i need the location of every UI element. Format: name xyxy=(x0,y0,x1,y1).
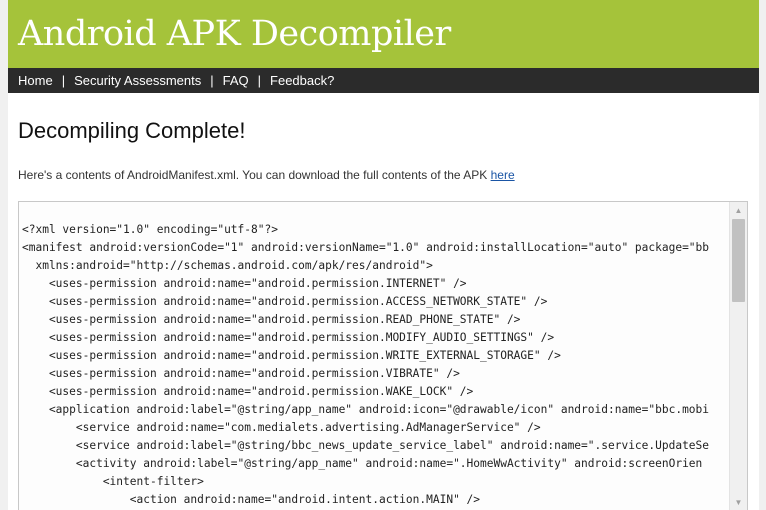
intro-paragraph: Here's a contents of AndroidManifest.xml… xyxy=(18,167,749,183)
scroll-down-arrow-icon[interactable]: ▼ xyxy=(730,494,747,510)
code-line: <service android:label="@string/bbc_news… xyxy=(22,439,710,452)
code-line: <activity android:label="@string/app_nam… xyxy=(22,457,703,470)
manifest-code-box[interactable]: <?xml version="1.0" encoding="utf-8"?> <… xyxy=(18,201,748,510)
code-line: <action android:name="android.intent.act… xyxy=(22,493,481,506)
code-line: xmlns:android="http://schemas.android.co… xyxy=(22,259,433,272)
code-line: <application android:label="@string/app_… xyxy=(22,403,710,416)
page-frame: Android APK Decompiler Home | Security A… xyxy=(8,0,759,510)
download-link[interactable]: here xyxy=(491,168,515,182)
nav-bar: Home | Security Assessments | FAQ | Feed… xyxy=(8,68,759,93)
nav-separator: | xyxy=(210,73,214,88)
manifest-code: <?xml version="1.0" encoding="utf-8"?> <… xyxy=(19,202,730,510)
intro-text: Here's a contents of AndroidManifest.xml… xyxy=(18,168,491,182)
scroll-up-arrow-icon[interactable]: ▲ xyxy=(730,202,747,219)
nav-faq[interactable]: FAQ xyxy=(223,73,249,88)
nav-separator: | xyxy=(257,73,262,88)
scrollbar-thumb[interactable] xyxy=(732,219,745,302)
nav-home[interactable]: Home xyxy=(18,73,53,88)
nav-separator: | xyxy=(61,73,66,88)
code-line: <?xml version="1.0" encoding="utf-8"?> xyxy=(22,223,278,236)
code-line: <uses-permission android:name="android.p… xyxy=(22,349,561,362)
code-line: <uses-permission android:name="android.p… xyxy=(22,295,548,308)
code-line: <uses-permission android:name="android.p… xyxy=(22,331,555,344)
vertical-scrollbar[interactable]: ▲ ▼ xyxy=(729,202,747,510)
code-line: <service android:name="com.medialets.adv… xyxy=(22,421,541,434)
site-title: Android APK Decompiler xyxy=(18,14,451,54)
code-line: <intent-filter> xyxy=(22,475,204,488)
main-content: Decompiling Complete! Here's a contents … xyxy=(8,117,759,183)
code-line: <uses-permission android:name="android.p… xyxy=(22,385,474,398)
code-line: <manifest android:versionCode="1" androi… xyxy=(22,241,710,254)
nav-security-assessments[interactable]: Security Assessments xyxy=(74,73,201,88)
page-heading: Decompiling Complete! xyxy=(18,118,246,143)
code-line: <uses-permission android:name="android.p… xyxy=(22,367,460,380)
nav-feedback[interactable]: Feedback? xyxy=(270,73,334,88)
site-header: Android APK Decompiler xyxy=(8,0,759,68)
code-line: <uses-permission android:name="android.p… xyxy=(22,277,467,290)
code-line: <uses-permission android:name="android.p… xyxy=(22,313,521,326)
